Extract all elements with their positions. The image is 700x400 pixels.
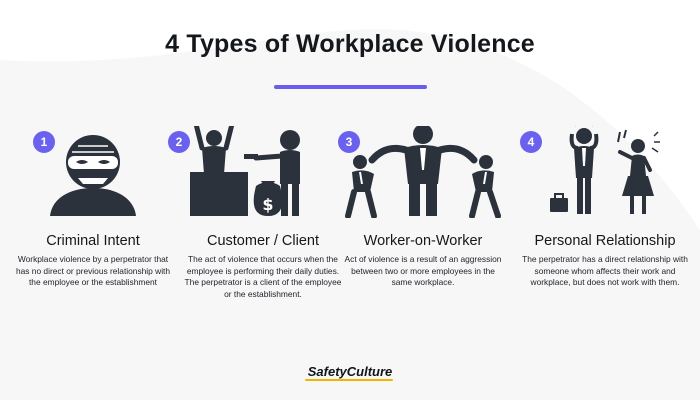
card-criminal-intent: 1 Criminal Intent Workplace violence by … [8,126,178,316]
svg-text:$: $ [262,195,273,214]
page-title: 4 Types of Workplace Violence [165,30,535,58]
card-description: The perpetrator has a direct relationshi… [522,254,688,287]
card-customer-client: 2 $ Customer / Client The act of violenc… [168,126,348,316]
card-title: Criminal Intent [46,233,140,249]
masked-criminal-icon [50,135,136,216]
card-title: Worker-on-Worker [363,233,483,249]
card-worker-on-worker: 3 Worker-on-Worker Act of violence is a … [338,126,508,316]
customer-robbery-icon: $ [190,126,300,216]
logo-underline [305,379,393,381]
card-title: Personal Relationship [534,233,676,249]
card-description: Act of violence is a result of an aggres… [344,254,502,287]
safetyculture-logo: SafetyCulture [307,364,393,379]
title-underline [274,85,427,89]
worker-conflict-icon [345,126,501,218]
card-description: The act of violence that occurs when the… [184,254,342,299]
card-title: Customer / Client [206,233,319,249]
personal-relationship-icon [550,126,660,214]
card-personal-relationship: 4 Personal Relationship The perpetrator … [520,126,690,316]
card-description: Workplace violence by a perpetrator that… [15,254,171,287]
